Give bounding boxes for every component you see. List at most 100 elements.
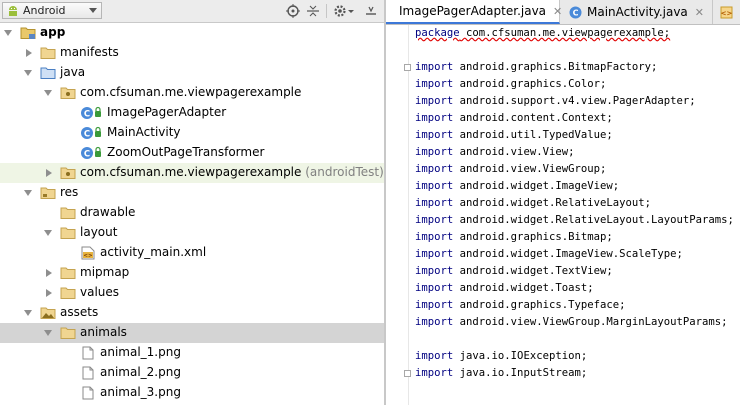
- tree-item[interactable]: mipmap: [0, 263, 384, 283]
- tree-item-label: animal_2.png: [100, 365, 181, 379]
- project-view-label: Android: [23, 4, 66, 17]
- tab-image-pager-adapter[interactable]: C ImagePagerAdapter.java ✕: [386, 0, 562, 24]
- code-line: import android.widget.ImageView;: [415, 180, 620, 192]
- gear-icon[interactable]: [333, 4, 347, 18]
- tree-item[interactable]: animal_1.png: [0, 343, 384, 363]
- tree-item[interactable]: C MainActivity: [0, 123, 384, 143]
- tree-item-label: animals: [80, 325, 127, 339]
- folder-icon: [60, 326, 76, 340]
- code-line: import android.graphics.Typeface;: [415, 299, 626, 311]
- tree-item[interactable]: C ImagePagerAdapter: [0, 103, 384, 123]
- package-icon: [60, 86, 76, 100]
- target-icon[interactable]: [286, 4, 300, 18]
- code-line: package com.cfsuman.me.viewpagerexample;: [415, 27, 671, 39]
- tree-item[interactable]: com.cfsuman.me.viewpagerexample (android…: [0, 163, 384, 183]
- tree-item-label: app: [40, 25, 66, 39]
- tree-item-label: res: [60, 185, 79, 199]
- image-file-icon: [80, 346, 96, 360]
- tree-item-label: manifests: [60, 45, 119, 59]
- tree-item-label: layout: [80, 225, 118, 239]
- tree-item[interactable]: drawable: [0, 203, 384, 223]
- tree-item[interactable]: animals: [0, 323, 384, 343]
- class-icon: C: [80, 126, 104, 140]
- chevron-right-icon[interactable]: [46, 289, 52, 297]
- xml-file-icon: <>: [80, 246, 96, 260]
- chevron-down-icon: [89, 8, 97, 13]
- tab-xml-file[interactable]: <>: [714, 0, 740, 24]
- tree-item[interactable]: com.cfsuman.me.viewpagerexample: [0, 83, 384, 103]
- close-icon[interactable]: ✕: [695, 6, 704, 19]
- svg-text:C: C: [84, 150, 90, 160]
- code-line: import android.widget.RelativeLayout;: [415, 197, 651, 209]
- code-line: import android.widget.ImageView.ScaleTyp…: [415, 248, 683, 260]
- class-icon: C: [569, 6, 582, 18]
- tree-item-label: ZoomOutPageTransformer: [107, 145, 265, 159]
- folder-icon: [60, 206, 76, 220]
- folder-icon: [60, 286, 76, 300]
- editor-gutter: [386, 25, 411, 405]
- tree-item[interactable]: app: [0, 23, 384, 43]
- editor-tab-bar: C ImagePagerAdapter.java ✕ C MainActivit…: [386, 0, 740, 25]
- tree-item-label: java: [60, 65, 86, 79]
- tree-item-label: activity_main.xml: [100, 245, 207, 259]
- code-content: package com.cfsuman.me.viewpagerexample;…: [415, 25, 734, 382]
- editor-area: C ImagePagerAdapter.java ✕ C MainActivit…: [386, 0, 740, 405]
- project-toolbar: Android: [0, 0, 384, 23]
- chevron-down-icon[interactable]: [4, 30, 12, 36]
- tree-item[interactable]: animal_3.png: [0, 383, 384, 403]
- chevron-down-icon[interactable]: [44, 230, 52, 236]
- chevron-down-icon[interactable]: [44, 330, 52, 336]
- android-icon: [9, 6, 17, 16]
- toolbar-divider: [326, 4, 327, 18]
- source-folder-icon: [40, 66, 56, 80]
- chevron-down-icon[interactable]: [24, 70, 32, 76]
- tree-item[interactable]: C ZoomOutPageTransformer: [0, 143, 384, 163]
- chevron-right-icon[interactable]: [46, 169, 52, 177]
- tree-item[interactable]: animal_2.png: [0, 363, 384, 383]
- folder-icon: [60, 266, 76, 280]
- tree-item-label: drawable: [80, 205, 136, 219]
- tree-item[interactable]: layout: [0, 223, 384, 243]
- code-line: import android.graphics.Color;: [415, 78, 607, 90]
- tree-item[interactable]: res: [0, 183, 384, 203]
- fold-marker-icon[interactable]: [404, 64, 411, 71]
- tree-item-label: values: [80, 285, 120, 299]
- code-line: import android.widget.RelativeLayout.Lay…: [415, 214, 734, 226]
- tab-label: MainActivity.java: [587, 5, 688, 19]
- tree-item-suffix: (androidTest): [301, 165, 384, 179]
- code-line: import android.graphics.BitmapFactory;: [415, 61, 658, 73]
- tree-item[interactable]: java: [0, 63, 384, 83]
- chevron-down-icon[interactable]: [24, 190, 32, 196]
- tree-item-label: mipmap: [80, 265, 130, 279]
- code-line: import java.io.InputStream;: [415, 367, 588, 379]
- class-icon: C: [80, 106, 104, 120]
- module-folder-icon: [20, 26, 36, 40]
- tab-label: ImagePagerAdapter.java: [399, 4, 547, 18]
- hide-panel-icon[interactable]: [364, 4, 378, 18]
- code-line: import java.io.IOException;: [415, 350, 588, 362]
- package-icon: [60, 166, 76, 180]
- tree-item[interactable]: manifests: [0, 43, 384, 63]
- tree-item-label: animal_3.png: [100, 385, 181, 399]
- fold-marker-icon[interactable]: [404, 370, 411, 377]
- chevron-right-icon[interactable]: [46, 269, 52, 277]
- folder-icon: [40, 46, 56, 60]
- chevron-right-icon[interactable]: [26, 49, 32, 57]
- tab-main-activity[interactable]: C MainActivity.java ✕: [561, 0, 713, 24]
- tree-item[interactable]: <> activity_main.xml: [0, 243, 384, 263]
- gear-dropdown-icon[interactable]: [347, 4, 355, 18]
- chevron-down-icon[interactable]: [44, 90, 52, 96]
- collapse-all-icon[interactable]: [306, 4, 320, 18]
- tree-item[interactable]: assets: [0, 303, 384, 323]
- tree-item[interactable]: values: [0, 283, 384, 303]
- project-view-selector[interactable]: Android: [2, 2, 102, 19]
- tree-item-label: ImagePagerAdapter: [107, 105, 227, 119]
- project-panel: Android app manifests java com.cfsuman.me.v…: [0, 0, 384, 405]
- chevron-down-icon[interactable]: [24, 310, 32, 316]
- code-editor[interactable]: package com.cfsuman.me.viewpagerexample;…: [386, 25, 740, 405]
- tree-item-label: MainActivity: [107, 125, 181, 139]
- code-line: import android.view.ViewGroup.MarginLayo…: [415, 316, 728, 328]
- code-line: import android.view.View;: [415, 146, 575, 158]
